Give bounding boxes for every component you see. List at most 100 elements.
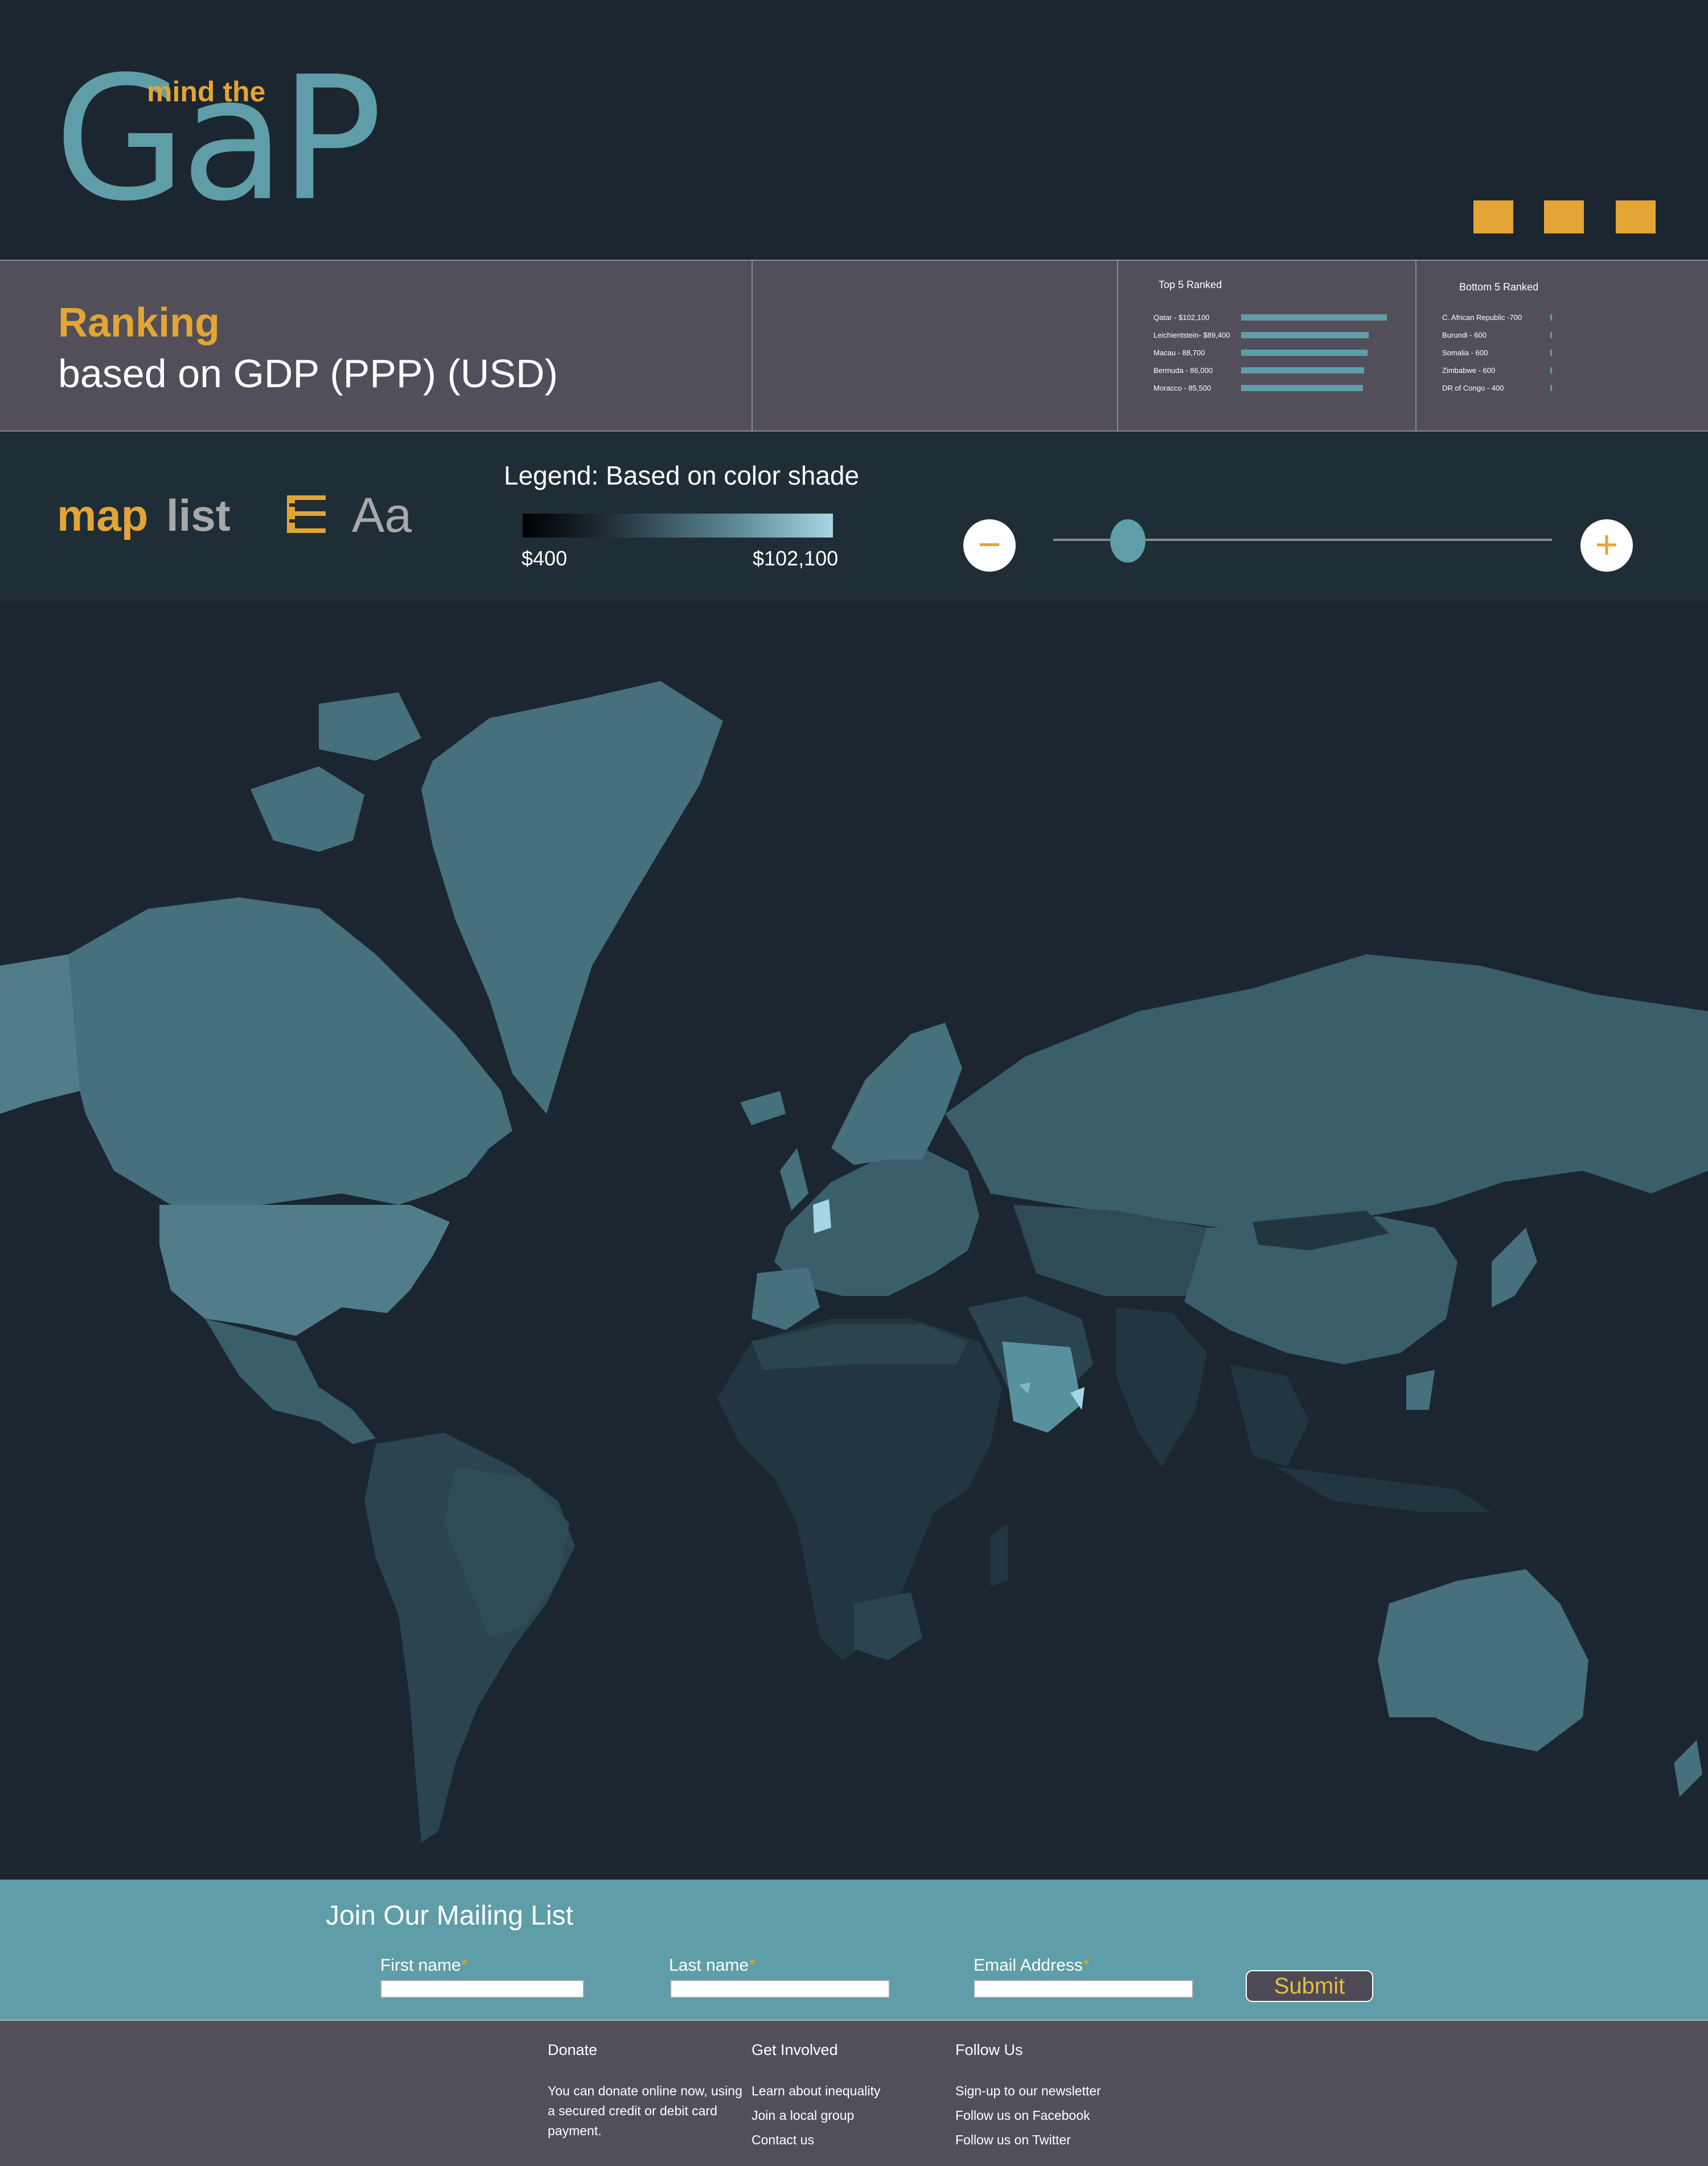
rank-row: Bermuda - 86,000	[1153, 366, 1393, 384]
email-field[interactable]	[974, 1980, 1193, 1998]
uk	[780, 1148, 808, 1211]
top-ranked-list: Qatar - $102,100 Leichientstein- $89,400 M…	[1153, 313, 1393, 401]
rank-row: Somalia - 600	[1442, 348, 1681, 366]
zoom-in-button[interactable]: +	[1580, 519, 1633, 572]
rank-row: Qatar - $102,100	[1153, 313, 1393, 331]
legend-min: $400	[522, 547, 568, 570]
canada	[68, 897, 512, 1205]
map-toolbar: map list Aa Legend: Based on color shade…	[0, 433, 1708, 601]
rank-row: Leichientstein- $89,400	[1153, 331, 1393, 348]
legend-gradient	[523, 514, 833, 538]
rank-label: Qatar - $102,100	[1153, 313, 1210, 322]
rank-label: DR of Congo - 400	[1442, 384, 1504, 392]
rank-bar	[1550, 332, 1552, 338]
footer-involved-title: Get Involved	[752, 2041, 838, 2058]
netherlands	[813, 1199, 831, 1233]
site-footer: Donate You can donate online now, using …	[0, 2020, 1708, 2166]
southern-africa	[854, 1592, 922, 1660]
submit-button[interactable]: Submit	[1246, 1970, 1373, 2002]
site-header: GaP mind the	[0, 0, 1708, 260]
rank-bar	[1241, 314, 1387, 321]
rank-row: Burundi - 600	[1442, 331, 1681, 348]
mailing-list: Join Our Mailing List First name* Last n…	[0, 1880, 1708, 2020]
footer-link-join[interactable]: Join a local group	[752, 2108, 854, 2123]
madagascar	[991, 1524, 1008, 1586]
rank-row: C. African Republic -700	[1442, 313, 1681, 331]
iceland	[740, 1091, 786, 1125]
footer-link-contact[interactable]: Contact us	[752, 2132, 814, 2148]
footer-follow-title: Follow Us	[955, 2041, 1023, 2058]
taiwan	[1406, 1370, 1435, 1410]
footer-link-learn[interactable]: Learn about inequality	[752, 2083, 880, 2099]
legend-title: Legend: Based on color shade	[504, 461, 860, 490]
footer-link-facebook[interactable]: Follow us on Facebook	[955, 2108, 1090, 2123]
spain	[752, 1267, 820, 1330]
rank-bar	[1241, 385, 1364, 391]
alaska	[0, 954, 80, 1114]
last-name-label: Last name*	[669, 1956, 756, 1975]
usa	[159, 1205, 450, 1336]
tab-map[interactable]: map	[57, 490, 148, 542]
divider	[752, 261, 753, 430]
rank-bar	[1241, 332, 1369, 338]
ranking-subtitle: based on GDP (PPP) (USD)	[58, 351, 558, 396]
menu-square-icon[interactable]	[1544, 200, 1584, 233]
ranking-band: Ranking based on GDP (PPP) (USD) Top 5 R…	[0, 260, 1708, 432]
footer-donate-line: a secured credit or debit card	[548, 2103, 717, 2118]
email-label: Email Address*	[974, 1956, 1090, 1975]
russia	[945, 954, 1708, 1228]
list-view-icon[interactable]	[286, 494, 327, 534]
rank-label: Zimbabwe - 600	[1442, 366, 1496, 375]
rank-label: Leichientstein- $89,400	[1153, 331, 1230, 339]
rank-label: Somalia - 600	[1442, 348, 1488, 357]
iran	[1002, 1342, 1082, 1433]
zoom-slider-thumb[interactable]	[1110, 519, 1146, 563]
rank-bar	[1550, 350, 1552, 356]
footer-link-twitter[interactable]: Follow us on Twitter	[955, 2132, 1071, 2148]
footer-link-newsletter[interactable]: Sign-up to our newsletter	[955, 2083, 1101, 2099]
menu-square-icon[interactable]	[1616, 200, 1656, 233]
rank-bar	[1241, 367, 1364, 374]
rank-label: C. African Republic -700	[1442, 313, 1522, 322]
footer-donate-title: Donate	[548, 2041, 598, 2058]
legend-max: $102,100	[753, 547, 839, 570]
rank-label: Macau - 88,700	[1153, 348, 1205, 357]
north-africa	[752, 1324, 968, 1370]
rank-label: Bermuda - 86,000	[1153, 366, 1213, 375]
rank-row: Moracco - 85,500	[1153, 384, 1393, 401]
rank-row: Macau - 88,700	[1153, 348, 1393, 366]
bottom-ranked-title: Bottom 5 Ranked	[1459, 281, 1539, 293]
rank-label: Burundi - 600	[1442, 331, 1487, 339]
arctic-islands	[251, 692, 421, 852]
first-name-label: First name*	[380, 1956, 468, 1975]
divider	[1117, 261, 1118, 430]
footer-donate-line: payment.	[548, 2123, 602, 2138]
footer-donate-line: You can donate online now, using	[548, 2083, 742, 2098]
scandinavia	[831, 1023, 962, 1165]
rank-bar	[1550, 385, 1552, 391]
rank-row: Zimbabwe - 600	[1442, 366, 1681, 384]
new-zealand	[1674, 1740, 1702, 1797]
tab-list[interactable]: list	[166, 490, 231, 542]
first-name-field[interactable]	[380, 1980, 584, 1998]
logo-tagline: mind the	[147, 76, 266, 108]
zoom-out-button[interactable]: −	[963, 519, 1016, 572]
rank-label: Moracco - 85,500	[1153, 384, 1212, 392]
se-asia	[1230, 1364, 1309, 1467]
text-size-icon[interactable]: Aa	[352, 487, 412, 544]
mailing-title: Join Our Mailing List	[326, 1901, 573, 1931]
divider	[1415, 261, 1417, 430]
mexico	[205, 1319, 376, 1444]
rank-bar	[1241, 350, 1368, 356]
india	[1116, 1307, 1207, 1467]
rank-row: DR of Congo - 400	[1442, 384, 1681, 401]
rank-bar	[1550, 367, 1552, 374]
rank-bar	[1550, 314, 1552, 321]
bottom-ranked-list: C. African Republic -700 Burundi - 600 Som…	[1442, 313, 1681, 401]
australia	[1378, 1569, 1588, 1751]
japan	[1492, 1228, 1537, 1307]
world-map[interactable]	[0, 601, 1708, 1880]
menu-square-icon[interactable]	[1473, 200, 1513, 233]
last-name-field[interactable]	[670, 1980, 890, 1998]
ranking-title: Ranking	[58, 300, 220, 346]
